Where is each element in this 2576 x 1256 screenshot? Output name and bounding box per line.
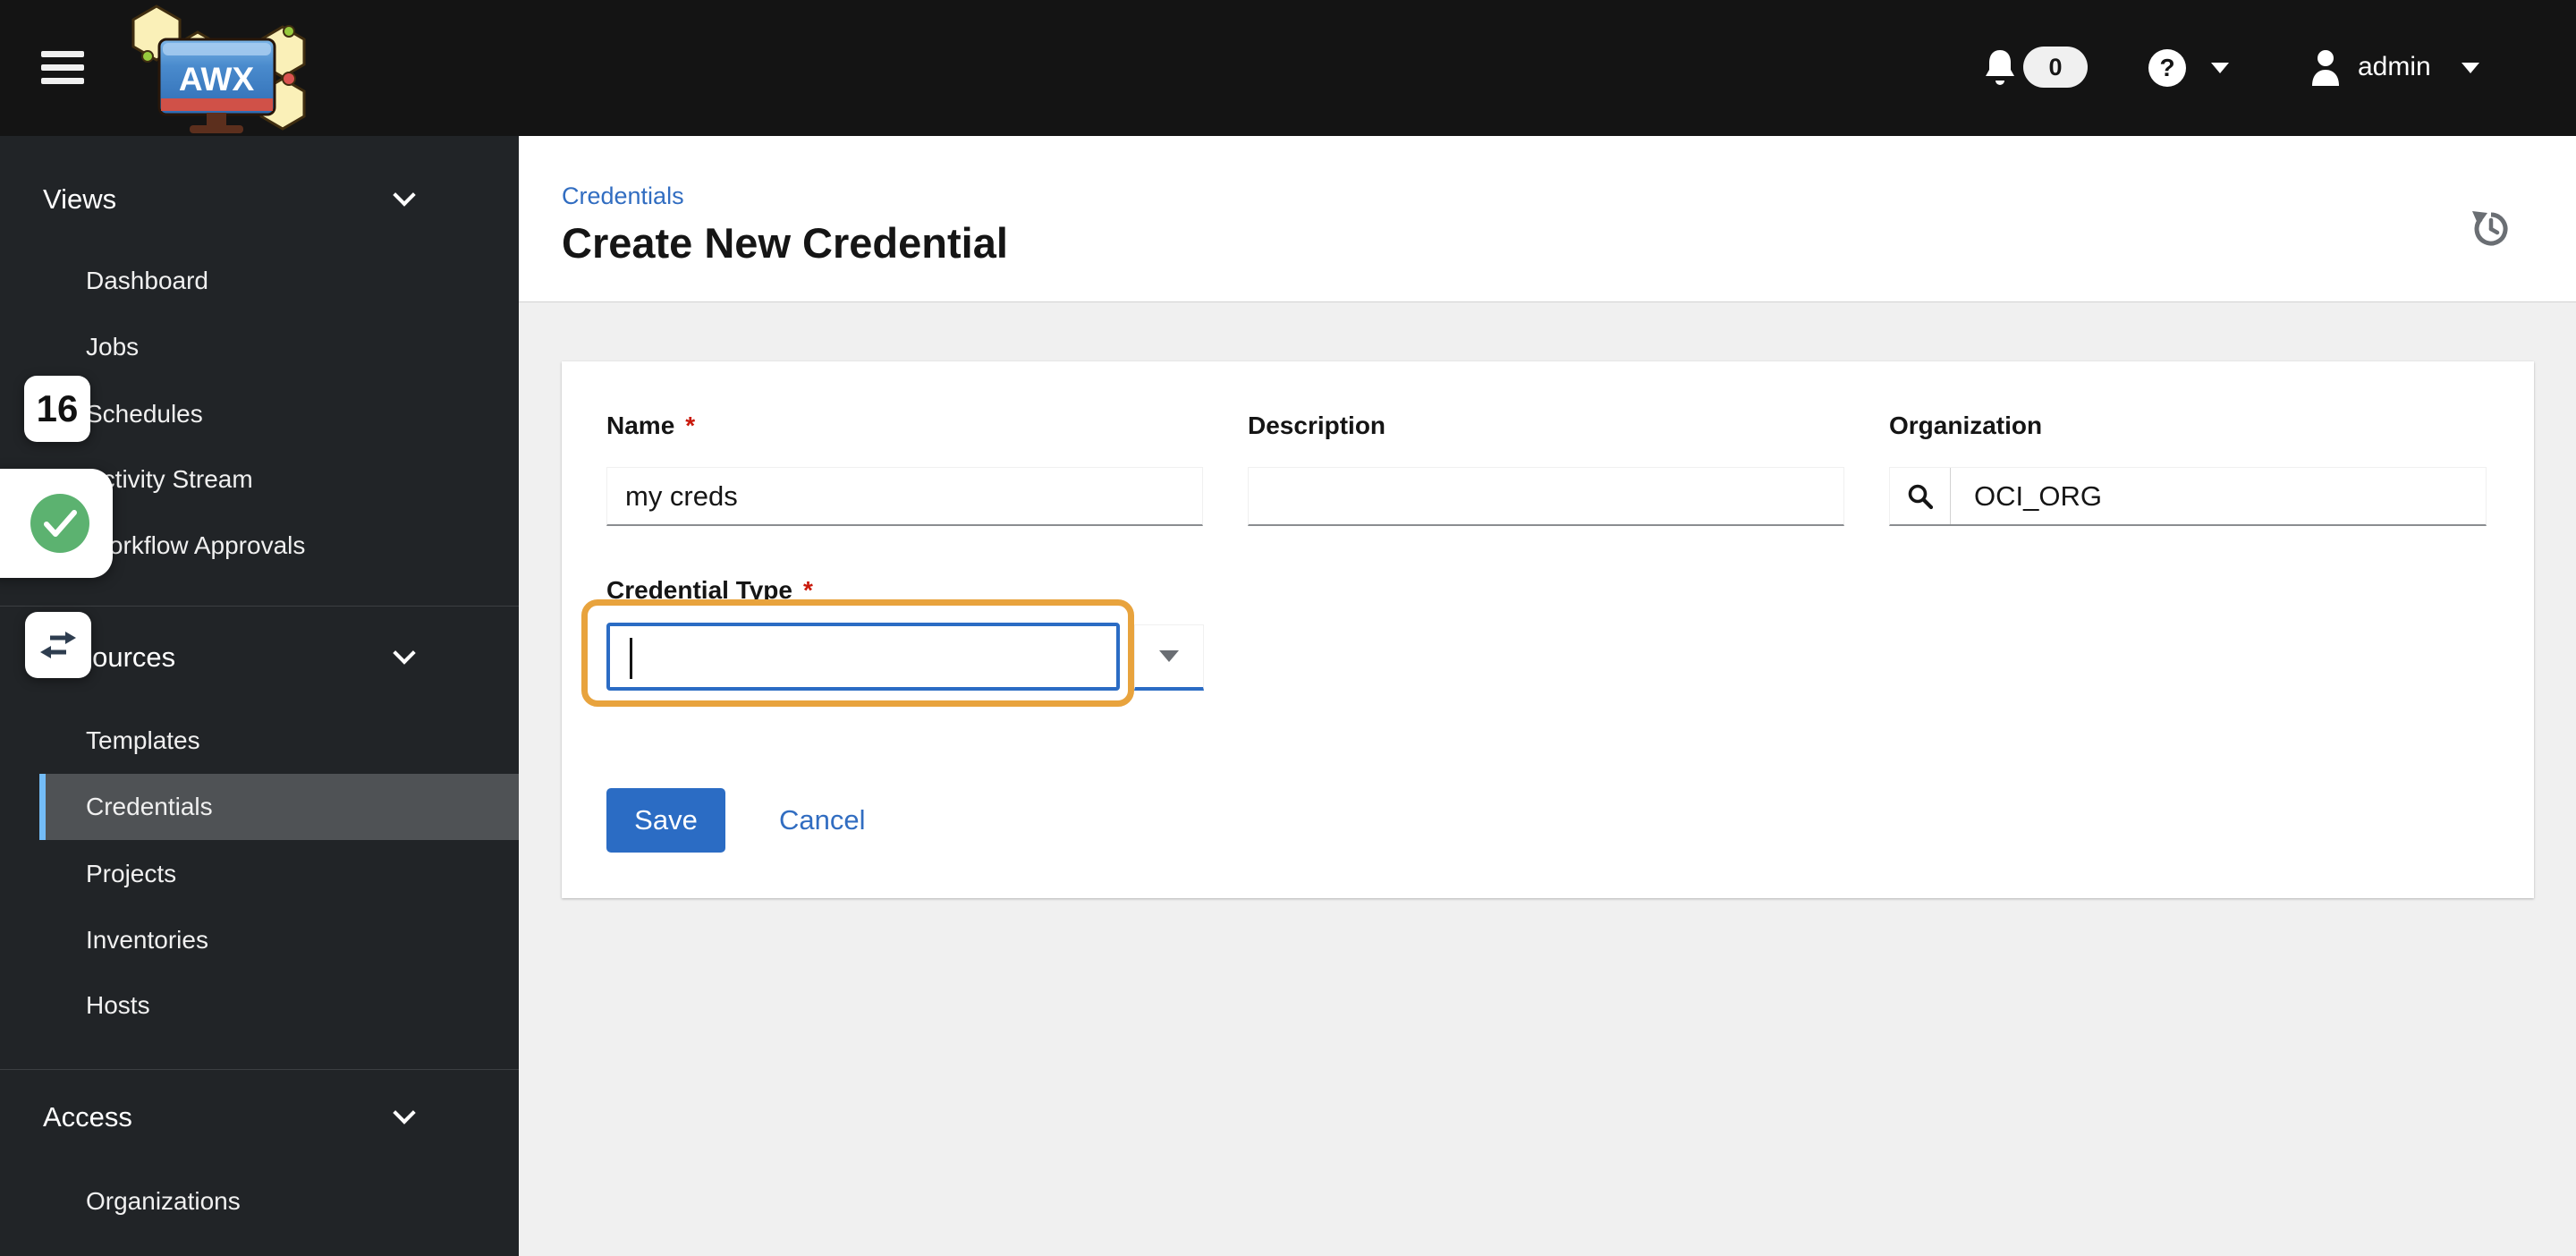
check-icon xyxy=(30,494,89,553)
sidebar-nav: Views Dashboard Jobs Schedules Activity … xyxy=(0,136,519,1256)
nav-toggle-button[interactable] xyxy=(41,51,84,84)
sidebar-item-organizations[interactable]: Organizations xyxy=(0,1168,519,1235)
notification-count-badge: 0 xyxy=(2023,47,2088,88)
search-icon xyxy=(1908,484,1933,509)
brand-text: AWX xyxy=(179,61,255,98)
chevron-down-icon xyxy=(393,641,416,665)
main-content: Credentials Create New Credential Name * … xyxy=(519,136,2576,1256)
save-button[interactable]: Save xyxy=(606,788,725,853)
page-title: Create New Credential xyxy=(562,219,1008,267)
cancel-button[interactable]: Cancel xyxy=(779,788,866,853)
user-icon xyxy=(2309,48,2342,88)
success-check-badge xyxy=(0,469,113,578)
sidebar-item-dashboard[interactable]: Dashboard xyxy=(0,248,519,314)
swap-arrows-icon xyxy=(40,632,76,658)
awx-logo[interactable]: AWX xyxy=(131,0,323,136)
organization-label: Organization xyxy=(1889,412,2043,439)
credential-form-card: Name* Description Organization Credentia… xyxy=(562,361,2534,898)
name-input[interactable] xyxy=(606,467,1203,526)
organization-search-button[interactable] xyxy=(1890,468,1951,524)
step-number-badge: 16 xyxy=(24,376,90,442)
organization-field xyxy=(1889,467,2487,526)
sidebar-item-jobs[interactable]: Jobs xyxy=(0,314,519,380)
description-label: Description xyxy=(1248,412,1386,439)
help-button[interactable]: ? xyxy=(2148,49,2186,87)
monitor: AWX xyxy=(157,38,276,133)
sidebar-item-hosts[interactable]: Hosts xyxy=(0,972,519,1039)
help-caret-icon[interactable] xyxy=(2211,63,2229,73)
bell-icon xyxy=(1986,50,2014,85)
page-header: Credentials Create New Credential xyxy=(519,136,2576,302)
organization-input[interactable] xyxy=(1951,468,2486,524)
sidebar-item-projects[interactable]: Projects xyxy=(0,841,519,907)
sidebar-group-views[interactable]: Views xyxy=(0,166,519,233)
awx-app: AWX 0 ? admin Views Dashboard Jobs Sched… xyxy=(0,0,2576,1256)
sidebar-item-templates[interactable]: Templates xyxy=(0,708,519,774)
description-input[interactable] xyxy=(1248,467,1844,526)
credential-type-dropdown-toggle[interactable] xyxy=(1134,624,1204,691)
sidebar-divider xyxy=(0,1069,519,1070)
chevron-down-icon xyxy=(393,1101,416,1124)
notifications-bell-button[interactable] xyxy=(1982,48,2018,88)
highlight-ring xyxy=(581,599,1134,707)
history-icon xyxy=(2472,211,2508,246)
swap-arrows-badge xyxy=(25,612,91,678)
breadcrumb-credentials-link[interactable]: Credentials xyxy=(562,182,684,210)
history-button[interactable] xyxy=(2466,203,2512,250)
user-menu-caret-icon[interactable] xyxy=(2462,63,2479,73)
sidebar-item-credentials[interactable]: Credentials xyxy=(39,774,519,840)
question-icon: ? xyxy=(2159,54,2175,81)
caret-down-icon xyxy=(1159,650,1179,662)
sidebar-group-access[interactable]: Access xyxy=(0,1084,519,1150)
name-label: Name * xyxy=(606,412,696,439)
topbar: AWX 0 ? admin xyxy=(0,0,2576,136)
user-menu-label[interactable]: admin xyxy=(2358,52,2431,82)
chevron-down-icon xyxy=(393,183,416,207)
required-asterisk: * xyxy=(685,412,696,439)
sidebar-item-inventories[interactable]: Inventories xyxy=(0,907,519,973)
sidebar-divider xyxy=(0,606,519,607)
